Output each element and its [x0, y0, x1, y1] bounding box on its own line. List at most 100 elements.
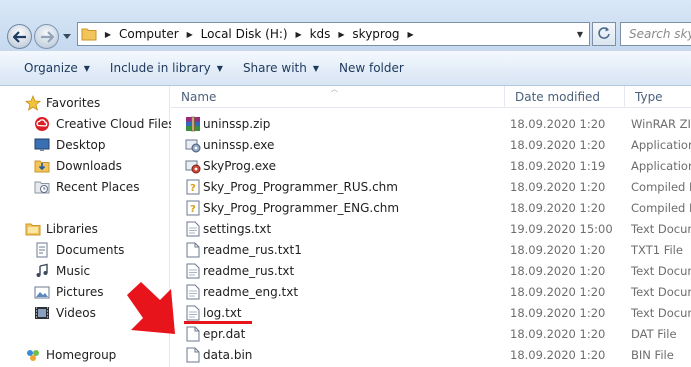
search-input[interactable]: Search skyp [620, 22, 691, 46]
file-name: data.bin [203, 348, 253, 362]
file-row[interactable]: epr.dat 18.09.2020 1:20 DAT File [171, 323, 691, 344]
file-row[interactable]: ? Sky_Prog_Programmer_ENG.chm 18.09.2020… [171, 197, 691, 218]
nav-creative-cloud-files[interactable]: Creative Cloud Files [34, 114, 175, 134]
nav-desktop[interactable]: Desktop [34, 135, 106, 155]
file-list: ︿ Name Date modified Type uninssp.zip 18… [171, 86, 691, 367]
chevron-right-icon[interactable]: ▶ [403, 23, 419, 45]
star-icon [25, 95, 41, 111]
file-row[interactable]: readme_rus.txt1 18.09.2020 1:20 TXT1 Fil… [171, 239, 691, 260]
exe-app-icon [185, 136, 201, 153]
file-type: DAT File [631, 327, 677, 341]
column-header-type[interactable]: Type [625, 86, 691, 108]
column-header-label: Name [181, 90, 217, 104]
annotation-arrow-icon [127, 282, 175, 334]
address-bar[interactable]: ▶ Computer ▶ Local Disk (H:) ▶ kds ▶ sky… [77, 22, 590, 46]
file-row[interactable]: data.bin 18.09.2020 1:20 BIN File [171, 344, 691, 365]
crumb-local-disk[interactable]: Local Disk (H:) ▶ [198, 23, 307, 45]
chevron-right-icon[interactable]: ▶ [182, 23, 198, 45]
homegroup-icon [25, 347, 41, 363]
winrar-zip-icon [185, 115, 201, 132]
documents-icon [34, 242, 50, 258]
organize-label: Organize [24, 61, 78, 75]
recent-pages-dropdown[interactable] [61, 30, 73, 42]
file-name: uninssp.zip [203, 117, 271, 131]
nav-recent-places[interactable]: Recent Places [34, 177, 139, 197]
nav-downloads[interactable]: Downloads [34, 156, 122, 176]
chevron-down-icon: ▼ [83, 63, 90, 73]
file-date: 18.09.2020 1:19 [510, 159, 606, 173]
organize-button[interactable]: Organize ▼ [14, 56, 100, 80]
address-history-dropdown[interactable]: ▼ [571, 23, 589, 45]
text-file-icon [185, 262, 201, 279]
folder-icon [78, 23, 100, 45]
nav-label: Documents [56, 243, 125, 257]
file-row[interactable]: SkyProg.exe 18.09.2020 1:19 Application [171, 155, 691, 176]
chevron-right-icon[interactable]: ▶ [333, 23, 349, 45]
generic-file-icon [185, 346, 201, 363]
generic-file-icon [185, 241, 201, 258]
svg-text:?: ? [190, 183, 196, 194]
file-name: SkyProg.exe [203, 159, 276, 173]
file-date: 18.09.2020 1:20 [510, 180, 606, 194]
file-date: 18.09.2020 1:20 [510, 306, 606, 320]
crumb-root-separator[interactable]: ▶ [100, 23, 116, 45]
file-row[interactable]: uninssp.zip 18.09.2020 1:20 WinRAR ZIP [171, 113, 691, 134]
crumb-skyprog[interactable]: skyprog ▶ [349, 23, 418, 45]
nav-label: Downloads [56, 159, 122, 173]
refresh-button[interactable] [592, 22, 616, 46]
new-folder-label: New folder [339, 61, 404, 75]
column-header-date-modified[interactable]: Date modified [505, 86, 625, 108]
file-row[interactable]: readme_rus.txt 18.09.2020 1:20 Text Docu… [171, 260, 691, 281]
nav-homegroup[interactable]: Homegroup [25, 345, 116, 365]
nav-label: Videos [56, 306, 96, 320]
share-with-button[interactable]: Share with ▼ [233, 56, 329, 80]
include-in-library-button[interactable]: Include in library ▼ [100, 56, 233, 80]
file-row[interactable]: uninssp.exe 18.09.2020 1:20 Application [171, 134, 691, 155]
file-type: Compiled H [631, 180, 691, 194]
text-file-icon [185, 283, 201, 300]
refresh-icon [597, 26, 611, 43]
file-name: readme_rus.txt [203, 264, 295, 278]
exe-app-icon [185, 157, 201, 174]
nav-label: Libraries [46, 222, 98, 236]
nav-label: Recent Places [56, 180, 140, 194]
recent-places-icon [34, 179, 50, 195]
forward-button[interactable] [34, 24, 59, 49]
nav-favorites[interactable]: Favorites [25, 93, 100, 113]
file-date: 18.09.2020 1:20 [510, 285, 606, 299]
file-type: WinRAR ZIP [631, 117, 691, 131]
nav-videos[interactable]: Videos [34, 303, 96, 323]
chevron-right-icon[interactable]: ▶ [291, 23, 307, 45]
nav-documents[interactable]: Documents [34, 240, 124, 260]
nav-pictures[interactable]: Pictures [34, 282, 104, 302]
back-button[interactable] [7, 24, 32, 49]
column-header-label: Type [635, 90, 663, 104]
crumb-kds[interactable]: kds ▶ [307, 23, 350, 45]
crumb-label: kds [309, 27, 331, 41]
new-folder-button[interactable]: New folder [329, 56, 414, 80]
pictures-icon [34, 284, 50, 300]
file-name: readme_eng.txt [203, 285, 299, 299]
chevron-down-icon: ▼ [216, 63, 223, 73]
nav-libraries[interactable]: Libraries [25, 219, 98, 239]
column-header-name[interactable]: ︿ Name [171, 86, 505, 108]
file-row[interactable]: log.txt 18.09.2020 1:20 Text Docum [171, 302, 691, 323]
svg-text:?: ? [190, 204, 196, 215]
search-placeholder: Search skyp [629, 27, 691, 41]
file-date: 18.09.2020 1:20 [510, 243, 606, 257]
nav-music[interactable]: Music [34, 261, 90, 281]
file-type: Text Docum [631, 285, 691, 299]
file-row[interactable]: readme_eng.txt 18.09.2020 1:20 Text Docu… [171, 281, 691, 302]
file-row[interactable]: ? Sky_Prog_Programmer_RUS.chm 18.09.2020… [171, 176, 691, 197]
nav-label: Creative Cloud Files [56, 117, 175, 131]
file-name: Sky_Prog_Programmer_ENG.chm [203, 201, 400, 215]
command-bar: Organize ▼ Include in library ▼ Share wi… [0, 50, 691, 86]
crumb-computer[interactable]: Computer ▶ [116, 23, 198, 45]
file-row[interactable]: settings.txt 19.09.2020 15:00 Text Docum [171, 218, 691, 239]
nav-label: Favorites [46, 96, 101, 110]
column-header-label: Date modified [515, 90, 601, 104]
libraries-icon [25, 221, 41, 237]
chm-help-icon: ? [185, 178, 201, 195]
nav-label: Desktop [56, 138, 106, 152]
sort-caret-icon: ︿ [331, 86, 338, 93]
